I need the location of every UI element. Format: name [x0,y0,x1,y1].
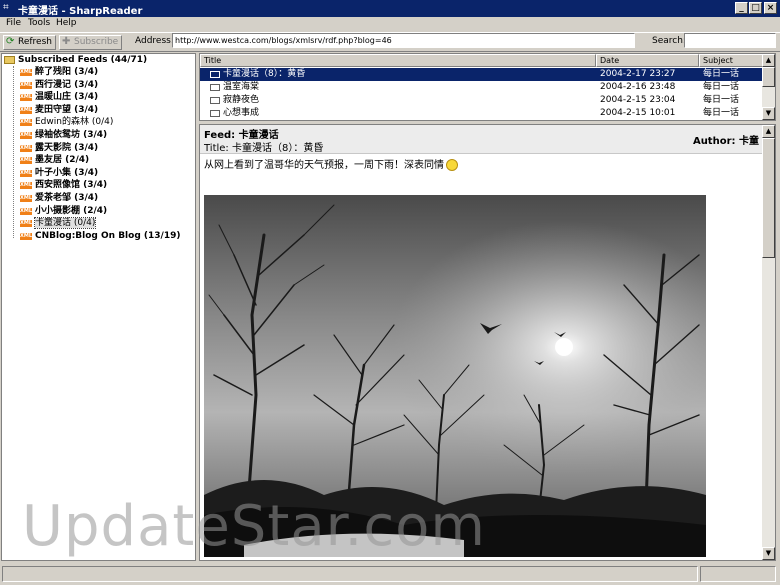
preview-title: Title: 卡童漫话（8）：黄昏 [204,143,324,154]
menu-help[interactable]: Help [56,18,77,28]
rss-icon: XML [20,194,33,202]
minimize-button[interactable]: _ [735,2,748,14]
tree-root[interactable]: Subscribed Feeds (44/71) [4,55,147,66]
window-title: 卡童漫话 - SharpReader [18,6,143,17]
subscribe-icon: ✚ [62,36,71,47]
subscribe-label: Subscribe [74,37,119,47]
refresh-icon: ⟳ [6,36,15,47]
row-date: 2004-2-15 23:04 [600,95,676,105]
preview-body: 从网上看到了温哥华的天气预报，一周下雨！深表同情 [204,156,458,171]
feed-item[interactable]: XML 爱茶老邹 (3/4) [20,192,180,205]
rss-icon: XML [20,232,33,240]
scroll-up-button[interactable]: ▲ [762,54,775,67]
feed-item[interactable]: XML 小小摄影棚 (2/4) [20,205,180,218]
feed-item[interactable]: XML 绿袖依鸳坊 (3/4) [20,129,180,142]
list-scrollbar[interactable]: ▲ ▼ [762,54,775,120]
scroll-thumb[interactable] [762,138,775,258]
column-header-date[interactable]: Date [596,54,699,67]
feed-item-selected[interactable]: XML 卡童漫话 (0/4) [20,217,180,230]
envelope-icon [210,84,220,91]
rss-icon: XML [20,69,33,76]
preview-author: Author: 卡童 [692,136,759,147]
feed-item[interactable]: XML 西安照像馆 (3/4) [20,179,180,192]
search-input[interactable] [684,33,776,48]
row-title: 心想事成 [223,108,260,118]
rss-icon: XML [20,220,33,228]
row-title: 寂静夜色 [223,95,260,105]
menu-file[interactable]: File [6,18,21,28]
row-title: 温室海棠 [223,82,260,92]
watermark: UpdateStar.com [22,494,486,559]
list-row[interactable]: 温室海棠 2004-2-16 23:48 每日一话 [200,81,763,94]
status-pane-main [2,566,698,582]
rss-icon: XML [20,81,33,89]
list-row-selected[interactable]: 卡童漫话（8）：黄昏 2004-2-17 23:27 每日一话 [200,68,763,81]
envelope-icon [210,97,220,104]
menu-bar: File Tools Help [0,17,780,31]
refresh-label: Refresh [18,37,52,47]
row-date: 2004-2-16 23:48 [600,82,676,92]
feed-item[interactable]: XML 麦田守望 (3/4) [20,104,180,117]
item-list[interactable]: Title Date Subject 卡童漫话（8）：黄昏 2004-2-17 … [199,53,776,121]
address-label: Address: [135,36,174,46]
row-date: 2004-2-17 23:27 [600,69,676,79]
feed-item[interactable]: XML 醉了残阳 (3/4) [20,66,180,79]
status-pane-right [700,566,776,582]
row-subject: 每日一话 [703,69,740,79]
tree-root-label: Subscribed Feeds (44/71) [18,55,148,65]
feed-item[interactable]: XML CNBlog:Blog On Blog (13/19) [20,230,180,243]
feed-item[interactable]: XML 温暖山庄 (3/4) [20,91,180,104]
status-bar [0,563,780,585]
rss-icon: XML [20,169,33,177]
row-subject: 每日一话 [703,82,740,92]
envelope-icon [210,71,220,78]
title-bar: ⌗ 卡童漫话 - SharpReader _ □ × [0,0,780,17]
body-text: 从网上看到了温哥华的天气预报，一周下雨！深表同情 [204,160,444,171]
scroll-down-button[interactable]: ▼ [762,547,775,560]
rss-icon: XML [20,131,33,139]
rss-icon: XML [20,94,33,102]
rss-icon: XML [20,207,33,215]
row-subject: 每日一话 [703,108,740,118]
smiley-icon [446,159,458,171]
menu-tools[interactable]: Tools [28,18,50,28]
folder-icon [4,55,15,64]
rss-icon: XML [20,144,33,152]
tree-connector [13,66,14,238]
maximize-button[interactable]: □ [749,2,762,14]
scroll-down-button[interactable]: ▼ [762,107,775,120]
feed-item[interactable]: XML 墨友居 (2/4) [20,154,180,167]
column-header-subject[interactable]: Subject [699,54,763,67]
feed-tree[interactable]: Subscribed Feeds (44/71) XML 醉了残阳 (3/4) X… [1,53,196,561]
preview-header: Feed: 卡童漫话 Title: 卡童漫话（8）：黄昏 Author: 卡童 [200,125,775,154]
preview-scrollbar[interactable]: ▲ ▼ [762,125,775,560]
search-label: Search: [652,36,686,46]
feed-item[interactable]: XML Edwin的森林 (0/4) [20,116,180,129]
rss-icon: XML [20,119,33,127]
list-row[interactable]: 寂静夜色 2004-2-15 23:04 每日一话 [200,94,763,107]
list-row[interactable]: 心想事成 2004-2-15 10:01 每日一话 [200,107,763,120]
rss-icon: XML [20,182,33,190]
row-title: 卡童漫话（8）：黄昏 [223,69,306,79]
envelope-icon [210,110,220,117]
row-date: 2004-2-15 10:01 [600,108,676,118]
rss-icon: XML [20,157,33,165]
feed-item[interactable]: XML 西行漫记 (3/4) [20,79,180,92]
column-header-title[interactable]: Title [200,54,596,67]
sharpreader-icon[interactable]: ⌗ [3,2,15,14]
scroll-up-button[interactable]: ▲ [762,125,775,138]
feed-item[interactable]: XML 露天影院 (3/4) [20,142,180,155]
feed-list: XML 醉了残阳 (3/4) XML 西行漫记 (3/4) XML 温暖山庄 (3/4… [20,66,180,242]
close-button[interactable]: × [764,2,777,14]
scroll-thumb[interactable] [762,67,775,87]
rss-icon: XML [20,106,33,114]
subscribe-button[interactable]: ✚ Subscribe [59,35,123,50]
refresh-button[interactable]: ⟳ Refresh [3,35,56,50]
feed-item[interactable]: XML 叶子小集 (3/4) [20,167,180,180]
address-input[interactable]: http://www.westca.com/blogs/xmlsrv/rdf.p… [172,33,635,48]
row-subject: 每日一话 [703,95,740,105]
